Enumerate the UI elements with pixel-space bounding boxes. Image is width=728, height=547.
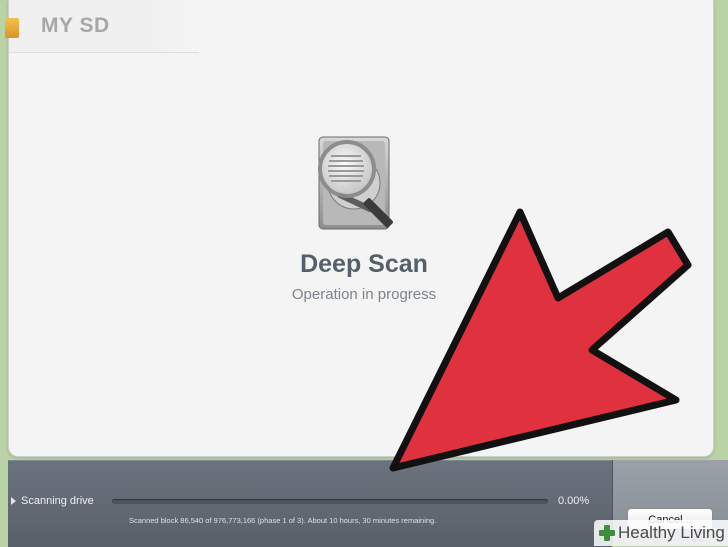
progress-detail: Scanned block 86,540 of 976,773,166 (pha… [129,516,437,525]
main-panel: MY SD Deep Scan Operation in progress [5,0,714,457]
progress-label: Scanning drive [21,495,94,507]
disclosure-triangle-icon[interactable] [11,497,16,505]
progress-bar [112,499,548,504]
progress-percent: 0.00% [558,495,590,507]
hard-drive-magnifier-icon [318,136,393,230]
progress-panel: Scanning drive 0.00% Scanned block 86,54… [8,460,612,547]
page-title: Deep Scan [300,250,428,278]
watermark-text: Healthy Living [618,523,725,542]
drive-icon [5,18,19,38]
plus-icon [599,525,615,541]
title-bar: MY SD [5,0,199,53]
status-subtitle: Operation in progress [291,286,437,303]
window-title: MY SD [41,14,110,37]
watermark: Healthy Living [594,520,728,546]
